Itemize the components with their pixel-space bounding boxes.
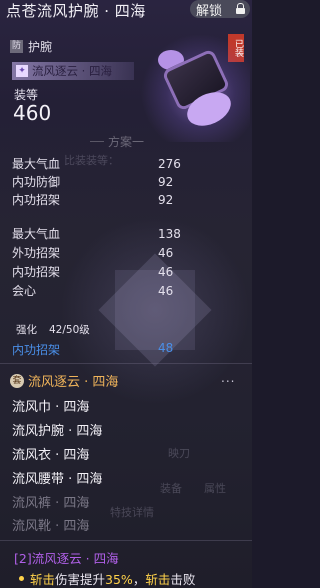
set-bonus-title: [2]流风逐云 · 四海 (14, 551, 119, 566)
more-options-icon[interactable]: ... (221, 371, 235, 385)
set-piece: 流风衣 · 四海 (12, 448, 90, 463)
set-piece: 流风腰带 · 四海 (12, 472, 103, 487)
divider (0, 363, 252, 364)
lock-icon (236, 3, 245, 14)
slot-type-badge: 防 (10, 40, 23, 53)
wristguard-image (140, 34, 250, 142)
sparkle-icon: ✦ (16, 65, 28, 77)
set-tag: ✦ 流风逐云 · 四海 (12, 62, 134, 80)
item-title: 点苍流风护腕 · 四海 (6, 2, 146, 20)
grade-value: 460 (13, 101, 52, 125)
compare-text: 比装装等： (64, 154, 119, 167)
slot-label: 护腕 (28, 40, 53, 54)
section-title: 方案一 (89, 135, 145, 149)
set-piece-missing: 流风裤 · 四海 (12, 496, 90, 511)
set-piece: 流风护腕 · 四海 (12, 424, 103, 439)
unlock-label: 解锁 (196, 3, 223, 19)
set-piece-missing: 流风靴 · 四海 (12, 519, 90, 534)
details-text: 特技详情 (110, 506, 154, 519)
refine-stat-name: 内功招架 (12, 343, 61, 357)
set-tag-label: 流风逐云 · 四海 (32, 64, 112, 78)
refine-level: 强化 42/50级 (16, 322, 90, 337)
bullet-icon (19, 576, 24, 581)
set-name: 流风逐云 · 四海 (28, 375, 119, 390)
set-icon: 套 (10, 373, 24, 388)
refine-level-value: 42/50级 (49, 324, 90, 336)
set-piece: 流风巾 · 四海 (12, 400, 90, 415)
ghost-tab-2: 装备 (160, 482, 182, 495)
equipment-detail-panel: 点苍流风护腕 · 四海 解锁 防 护腕 已装 ✦ 流风逐云 · 四海 装等 46… (0, 0, 252, 588)
set-bonus-description: 斩击伤害提升35%，斩击击败 (30, 572, 196, 587)
set-header: 套 流风逐云 · 四海 (10, 371, 118, 390)
divider (0, 540, 252, 541)
refine-stat-row: 内功招架 48 (12, 341, 173, 358)
ghost-tab-3: 属性 (204, 482, 226, 495)
ghost-tab-1: 映刀 (168, 447, 190, 460)
refine-label: 强化 (16, 324, 37, 336)
refine-stat-value: 48 (158, 341, 174, 355)
unlock-button[interactable]: 解锁 (190, 0, 250, 19)
